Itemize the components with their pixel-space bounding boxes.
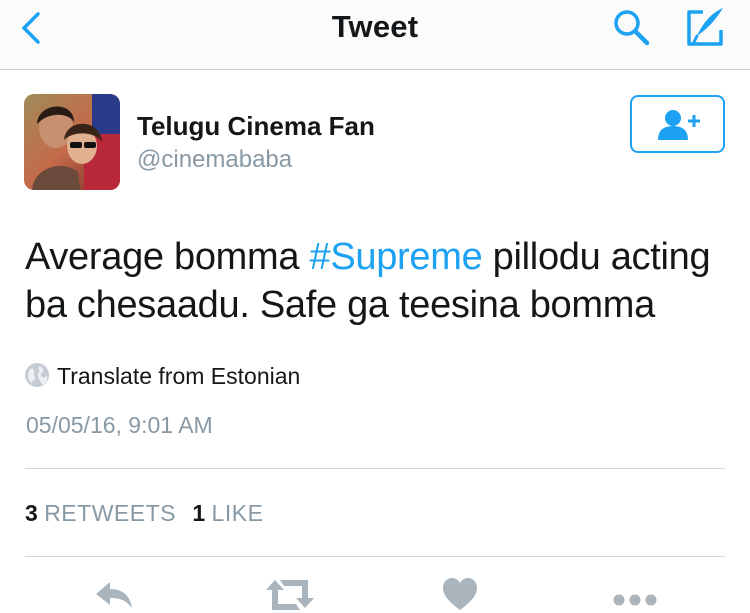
author-handle[interactable]: @cinemababa: [137, 146, 292, 174]
like-icon: [443, 578, 477, 610]
tweet-stats: 3 RETWEETS 1 LIKE: [25, 500, 263, 527]
tweet-text: Average bomma #Supreme pillodu acting ba…: [25, 233, 735, 329]
reply-button[interactable]: [90, 574, 140, 613]
retweet-icon: [266, 580, 314, 610]
likes-count: 1: [192, 500, 206, 526]
search-button[interactable]: [610, 6, 654, 50]
like-button[interactable]: [440, 574, 490, 613]
search-icon: [614, 10, 650, 46]
navigation-bar: Tweet: [0, 0, 750, 70]
retweet-button[interactable]: [262, 574, 318, 613]
more-icon: [613, 594, 657, 606]
divider: [25, 556, 725, 557]
tweet-text-part: Average bomma: [25, 236, 310, 278]
compose-icon: [687, 8, 723, 46]
avatar[interactable]: [24, 94, 120, 190]
add-user-icon: [658, 110, 700, 140]
tweet-timestamp: 05/05/16, 9:01 AM: [26, 412, 213, 438]
likes-stat[interactable]: 1 LIKE: [192, 500, 263, 527]
follow-button[interactable]: [630, 95, 725, 153]
retweets-count: 3: [25, 500, 38, 526]
globe-icon: [25, 363, 49, 387]
retweets-stat[interactable]: 3 RETWEETS: [25, 500, 176, 527]
hashtag-link[interactable]: #Supreme: [309, 236, 482, 278]
reply-icon: [96, 582, 132, 608]
retweets-label: RETWEETS: [44, 500, 176, 526]
likes-label: LIKE: [211, 500, 264, 526]
more-button[interactable]: [610, 574, 660, 613]
author-display-name[interactable]: Telugu Cinema Fan: [137, 111, 375, 142]
compose-button[interactable]: [683, 4, 729, 50]
translate-label: Translate from Estonian: [57, 363, 301, 389]
divider: [25, 468, 725, 469]
avatar-photo: [24, 94, 120, 190]
